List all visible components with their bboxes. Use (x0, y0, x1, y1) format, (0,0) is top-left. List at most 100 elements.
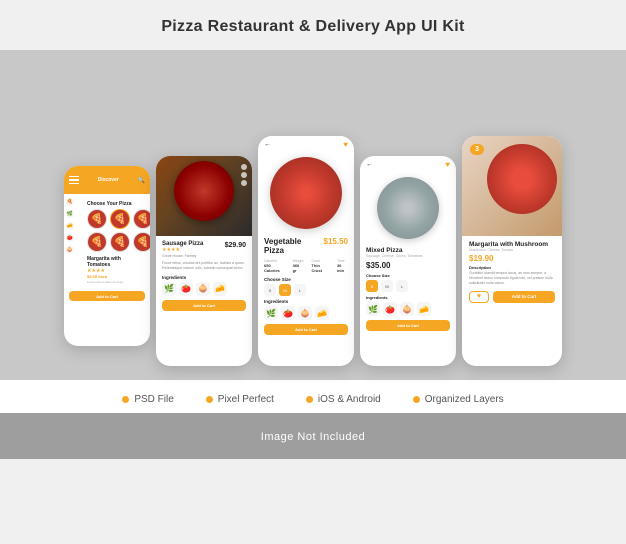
phone2-add-btn[interactable]: Add to Cart (162, 300, 246, 311)
phone3-add-btn[interactable]: Add to Cart (264, 324, 348, 335)
phone4-pizza-image (360, 173, 456, 243)
ingredient-icon[interactable]: 🌿 (366, 302, 380, 316)
size-btn-l[interactable]: L (294, 284, 306, 296)
pizza-item[interactable]: 🍕 (87, 232, 107, 252)
feature-dot (206, 396, 213, 403)
side-icon[interactable]: 🧀 (66, 222, 74, 230)
search-icon[interactable]: 🔍 (138, 177, 145, 184)
ingredient-icon[interactable]: 🍅 (281, 306, 295, 320)
stat-calories: Calories 650 Calories (264, 259, 285, 273)
ingredient-icon[interactable]: 🧀 (315, 306, 329, 320)
phone5-pizza-image: 3 (462, 136, 562, 236)
ingredient-icon[interactable]: 🍅 (383, 302, 397, 316)
phone1-header: Discover 🔍 (64, 166, 150, 194)
stat-time: Time 30 min (337, 259, 348, 273)
phone5-badge: 3 (470, 144, 484, 155)
phone2-price: $29.90 (225, 242, 246, 249)
feature-organized-layers: Organized Layers (397, 394, 520, 405)
phone5-heart-btn[interactable]: ♥ (469, 291, 489, 303)
phone1-desc: Lorem ipsum dolor sit amet (87, 280, 140, 284)
phone-margarita: 3 Margarita with Mushroom Mushroom, Chee… (462, 136, 562, 366)
heart-icon[interactable]: ♥ (343, 140, 348, 149)
side-icon[interactable]: 🌿 (66, 210, 74, 218)
feature-dot (306, 396, 313, 403)
phone5-desc-text: Curabitur blandit tempus lacus, as nam s… (469, 271, 555, 286)
pizza-item[interactable]: 🍕 (87, 209, 107, 229)
phone2-pizza-image (156, 156, 252, 236)
pizza-item[interactable]: 🍕 (133, 232, 150, 252)
phone3-price: $15.50 (324, 237, 348, 246)
pizza-item[interactable]: 🍕 (110, 232, 130, 252)
feature-dot (122, 396, 129, 403)
phone5-pizza-sub: Mushroom, Cheese, Tomato (469, 248, 555, 252)
pizza-item[interactable]: 🍕 (110, 209, 130, 229)
phone1-sub-title: Choose Your Pizza (82, 197, 145, 209)
stat-weight: Weight 360 gr (293, 259, 304, 273)
ingredient-icon[interactable]: 🧅 (196, 282, 210, 296)
size-btn-s[interactable]: S (366, 280, 378, 292)
size-btn-s[interactable]: S (264, 284, 276, 296)
pizza-image-top (487, 144, 557, 214)
ingredient-icon[interactable]: 🧅 (298, 306, 312, 320)
ingredient-icon[interactable]: 🧀 (417, 302, 431, 316)
heart-icon[interactable]: ♥ (445, 160, 450, 169)
phone5-cart-btn[interactable]: Add to Cart (493, 291, 555, 303)
ingredient-icon[interactable]: 🍅 (179, 282, 193, 296)
pizza-image-med (377, 177, 439, 239)
stat-time-value: 30 min (337, 263, 348, 273)
phone4-pizza-sub: Sausage, Cheese, Olives, Tomatoes (366, 254, 450, 258)
phone3-size-label: Choose Size (264, 277, 348, 282)
phone3-ingredients-label: Ingredients (264, 299, 348, 304)
phone1-screen-title: Discover (98, 177, 119, 183)
side-icon[interactable]: 🍅 (66, 234, 74, 242)
phone4-top-bar: ← ♥ (360, 156, 456, 173)
phone2-section-label: Ingredients (162, 275, 246, 280)
phones-section: Discover 🔍 Choose Your Pizza 🍕 🍕 🍕 🍕 🍕 🍕… (0, 50, 626, 380)
phone1-pizza-info: Margarita with Tomatoes ★★★★ $9.95 each … (82, 252, 145, 288)
phone4-pizza-name: Mixed Pizza (366, 247, 450, 254)
phone4-price: $35.00 (366, 261, 450, 270)
phone3-content: $15.50 VegetablePizza Calories 650 Calor… (258, 233, 354, 339)
phone5-price: $19.90 (469, 254, 555, 263)
phone2-ingredients: 🌿 🍅 🧅 🧀 (162, 282, 246, 296)
ingredient-icon[interactable]: 🧅 (400, 302, 414, 316)
phone4-size-label: Choose Size (366, 273, 450, 278)
phone3-ingredients: 🌿 🍅 🧅 🧀 (264, 306, 348, 320)
phone3-size-buttons: S M L (264, 284, 348, 296)
pizza-image-large (270, 157, 342, 229)
feature-pixel-perfect: Pixel Perfect (190, 394, 290, 405)
menu-icon[interactable] (69, 176, 79, 185)
phone4-add-btn[interactable]: Add to Cart (366, 320, 450, 331)
feature-label: PSD File (134, 394, 173, 405)
side-icon[interactable]: 🧅 (66, 246, 74, 254)
feature-psd-file: PSD File (106, 394, 189, 405)
back-icon[interactable]: ← (264, 141, 271, 148)
phone2-content: Sausage Pizza $29.90 ★★★★ Grove House, F… (156, 236, 252, 316)
ingredient-icon[interactable]: 🌿 (162, 282, 176, 296)
size-btn-m[interactable]: M (279, 284, 291, 296)
phone-vegetable: ← ♥ $15.50 VegetablePizza Calories 650 C… (258, 136, 354, 366)
feature-label: Pixel Perfect (218, 394, 274, 405)
page-title: Pizza Restaurant & Delivery App UI Kit (10, 18, 616, 36)
phone5-bottom-row: ♥ Add to Cart (469, 291, 555, 303)
phone2-location: Grove House, Farmey (162, 254, 246, 258)
feature-label: Organized Layers (425, 394, 504, 405)
phone1-add-btn[interactable]: Add to Cart (69, 291, 145, 301)
phone3-pizza-image (258, 153, 354, 233)
phone5-content: Margarita with Mushroom Mushroom, Cheese… (462, 236, 562, 308)
pizza-item[interactable]: 🍕 (133, 209, 150, 229)
ingredient-icon[interactable]: 🧀 (213, 282, 227, 296)
back-icon[interactable]: ← (366, 161, 373, 168)
page-header: Pizza Restaurant & Delivery App UI Kit (0, 0, 626, 50)
phone4-ingredients-label: Ingredients (366, 295, 450, 300)
size-btn-l[interactable]: L (396, 280, 408, 292)
stat-weight-value: 360 gr (293, 263, 304, 273)
phone1-price: $9.95 each (87, 274, 140, 279)
phone1-pizza-name: Margarita with Tomatoes (87, 256, 140, 268)
size-btn-m[interactable]: M (381, 280, 393, 292)
image-not-included-section: Image Not Included (0, 413, 626, 459)
phone-mixed: ← ♥ Mixed Pizza Sausage, Cheese, Olives,… (360, 156, 456, 366)
ingredient-icon[interactable]: 🌿 (264, 306, 278, 320)
phone4-content: Mixed Pizza Sausage, Cheese, Olives, Tom… (360, 243, 456, 335)
side-icon[interactable]: 🍕 (66, 198, 74, 206)
